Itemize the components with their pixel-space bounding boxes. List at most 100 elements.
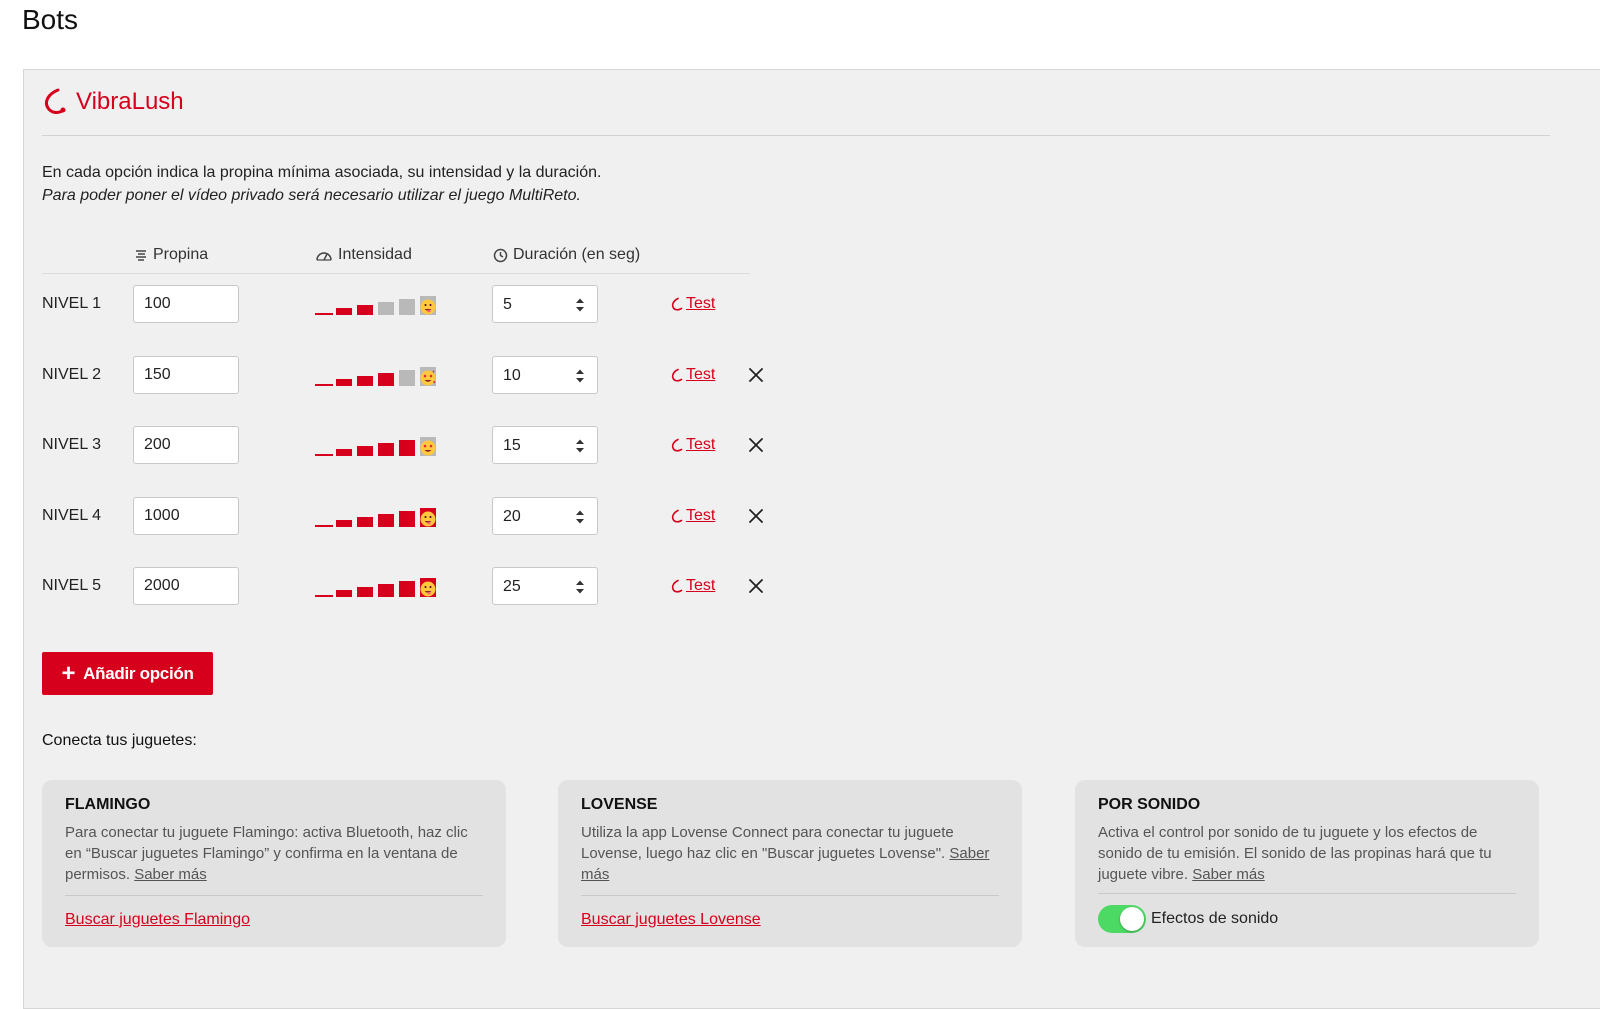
- intensity-selector[interactable]: [315, 434, 436, 456]
- intensity-bar[interactable]: [336, 379, 352, 386]
- test-level-link[interactable]: Test: [670, 295, 715, 313]
- flamingo-divider: [65, 895, 483, 896]
- duration-input[interactable]: 10: [492, 356, 598, 394]
- level-label: NIVEL 3: [42, 436, 101, 453]
- lovense-card: LOVENSE Utiliza la app Lovense Connect p…: [558, 780, 1022, 947]
- sound-learn-more-link[interactable]: Saber más: [1192, 866, 1265, 883]
- connect-toys-title: Conecta tus juguetes:: [42, 732, 197, 749]
- intensity-selector[interactable]: [315, 293, 436, 315]
- duration-input[interactable]: 25: [492, 567, 598, 605]
- intensity-baseline: [315, 313, 333, 315]
- intensity-bar[interactable]: [378, 302, 394, 315]
- vibralush-logo-icon: [671, 579, 683, 593]
- duration-input[interactable]: 5: [492, 285, 598, 323]
- remove-level-icon[interactable]: [747, 577, 765, 595]
- hearts-face-icon: [420, 370, 436, 386]
- intro-line-1: En cada opción indica la propina mínima …: [42, 164, 602, 181]
- duration-value: 15: [503, 437, 521, 454]
- header-duracion: Duración (en seg): [493, 246, 640, 264]
- spinner-arrows-icon[interactable]: [575, 297, 585, 313]
- search-flamingo-toys-link[interactable]: Buscar juguetes Flamingo: [65, 911, 250, 929]
- intensity-bar[interactable]: [378, 514, 394, 527]
- test-level-link[interactable]: Test: [670, 366, 715, 384]
- spinner-arrows-icon[interactable]: [575, 368, 585, 384]
- tip-input[interactable]: [133, 285, 239, 323]
- vibralush-logo-icon: [671, 368, 683, 382]
- sound-description: Activa el control por sonido de tu jugue…: [1098, 824, 1492, 883]
- intensity-bar[interactable]: [336, 590, 352, 597]
- remove-level-icon[interactable]: [747, 436, 765, 454]
- duration-input[interactable]: 15: [492, 426, 598, 464]
- coins-icon: [136, 250, 146, 261]
- intro-line-2: Para poder poner el vídeo privado será n…: [42, 187, 581, 204]
- spinner-arrows-icon[interactable]: [575, 579, 585, 595]
- vibralush-logo-icon: [671, 438, 683, 452]
- intensity-bar[interactable]: [336, 520, 352, 527]
- level-row: NIVEL 1 5 Test: [42, 285, 802, 323]
- sound-divider: [1098, 893, 1516, 894]
- flamingo-learn-more-link[interactable]: Saber más: [134, 866, 207, 883]
- intensity-bar[interactable]: [336, 449, 352, 456]
- search-lovense-toys-link[interactable]: Buscar juguetes Lovense: [581, 911, 761, 929]
- levels-table-header: Propina Intensidad Duración (en seg): [42, 246, 750, 274]
- intro-text: En cada opción indica la propina mínima …: [42, 161, 601, 207]
- intensity-bar[interactable]: [357, 376, 373, 386]
- tip-input[interactable]: [133, 356, 239, 394]
- intensity-bar[interactable]: [399, 581, 415, 597]
- intensity-selector[interactable]: [315, 575, 436, 597]
- intensity-bar[interactable]: [357, 587, 373, 597]
- sound-title: POR SONIDO: [1098, 796, 1201, 813]
- level-row: NIVEL 5 25 Test: [42, 567, 802, 605]
- intensity-selector[interactable]: [315, 364, 436, 386]
- intensity-bar[interactable]: [399, 299, 415, 315]
- add-option-button[interactable]: + Añadir opción: [42, 652, 213, 695]
- test-level-link[interactable]: Test: [670, 577, 715, 595]
- tip-input[interactable]: [133, 567, 239, 605]
- intensity-bar[interactable]: [399, 511, 415, 527]
- intensity-selector[interactable]: [315, 505, 436, 527]
- spinner-arrows-icon[interactable]: [575, 509, 585, 525]
- lovense-description: Utiliza la app Lovense Connect para cone…: [581, 824, 990, 883]
- duration-value: 20: [503, 508, 521, 525]
- level-label: NIVEL 5: [42, 577, 101, 594]
- header-propina: Propina: [134, 246, 208, 264]
- duration-input[interactable]: 20: [492, 497, 598, 535]
- remove-level-icon[interactable]: [747, 507, 765, 525]
- intensity-bar[interactable]: [357, 446, 373, 456]
- intensity-bar[interactable]: [378, 584, 394, 597]
- test-label: Test: [686, 507, 716, 524]
- level-label: NIVEL 2: [42, 366, 101, 383]
- test-level-link[interactable]: Test: [670, 436, 715, 454]
- intensity-baseline: [315, 454, 333, 456]
- intensity-bar[interactable]: [357, 305, 373, 315]
- sound-card: POR SONIDO Activa el control por sonido …: [1075, 780, 1539, 947]
- intensity-bar[interactable]: [399, 370, 415, 386]
- intensity-bar[interactable]: [378, 373, 394, 386]
- remove-level-icon[interactable]: [747, 366, 765, 384]
- flamingo-card: FLAMINGO Para conectar tu juguete Flamin…: [42, 780, 506, 947]
- brand-name: VibraLush: [76, 88, 184, 115]
- intensity-baseline: [315, 384, 333, 386]
- spinner-arrows-icon[interactable]: [575, 438, 585, 454]
- intensity-bar[interactable]: [399, 440, 415, 456]
- tip-input[interactable]: [133, 426, 239, 464]
- vibralush-logo-icon: [671, 509, 683, 523]
- level-row: NIVEL 4 20 Test: [42, 497, 802, 535]
- sound-effects-toggle[interactable]: [1098, 905, 1146, 933]
- sound-effects-label: Efectos de sonido: [1151, 910, 1279, 927]
- tip-input[interactable]: [133, 497, 239, 535]
- vibralush-logo-icon: [44, 88, 66, 114]
- test-label: Test: [686, 295, 716, 312]
- toggle-knob: [1120, 907, 1144, 931]
- duration-value: 25: [503, 578, 521, 595]
- test-level-link[interactable]: Test: [670, 507, 715, 525]
- lovense-title: LOVENSE: [581, 796, 658, 813]
- lovense-divider: [581, 895, 999, 896]
- header-intensidad: Intensidad: [315, 246, 412, 264]
- intensity-bar[interactable]: [378, 443, 394, 456]
- intensity-bar[interactable]: [336, 308, 352, 315]
- intensity-baseline: [315, 525, 333, 527]
- intensity-bar[interactable]: [357, 517, 373, 527]
- test-label: Test: [686, 436, 716, 453]
- gauge-icon: [316, 252, 332, 261]
